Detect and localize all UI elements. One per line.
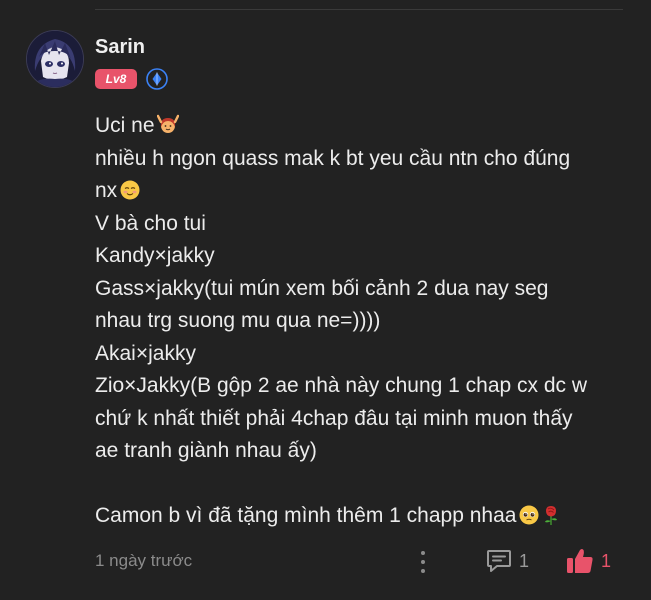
comment-line: Gass×jakky(tui mún xem bối cảnh 2 dua na… (95, 276, 549, 300)
comment-line: V bà cho tui (95, 211, 206, 235)
level-badge: Lv8 (95, 69, 137, 89)
reply-comment-icon[interactable] (485, 548, 513, 574)
more-options-icon[interactable] (413, 548, 433, 576)
anime-avatar-icon (27, 31, 83, 87)
reply-count: 1 (519, 551, 530, 571)
rose-emoji-icon (545, 506, 558, 525)
person-gesturing-ok-emoji-icon (156, 114, 179, 133)
comment-line: nhiều h ngon quass mak k bt yeu cầu ntn … (95, 146, 571, 170)
comment-line: Akai×jakky (95, 341, 196, 365)
timestamp: 1 ngày trước (95, 551, 193, 570)
pleading-face-emoji-icon (519, 505, 539, 525)
comment-line: nx (95, 175, 625, 208)
like-count: 1 (601, 551, 612, 571)
comment-line: ae tranh giành nhau ấy) (95, 439, 317, 462)
comment-body: Uci ne nhiều h ngon quass mak k bt yeu c… (95, 110, 625, 533)
comment-line: Uci ne (95, 110, 625, 143)
comment-line: Kandy×jakky (95, 244, 215, 267)
avatar[interactable] (26, 30, 84, 88)
thumbs-up-icon[interactable] (565, 546, 595, 576)
comment-line: nhau trg suong mu qua ne=)))) (95, 309, 381, 332)
comment-line: Camon b vì đã tặng mình thêm 1 chapp nha… (95, 500, 625, 533)
top-divider (95, 9, 623, 10)
comment-line: Zio×Jakky(B gộp 2 ae nhà này chung 1 cha… (95, 374, 588, 397)
comment-line: chứ k nhất thiết phải 4chap đâu tại minh… (95, 406, 573, 430)
author-name[interactable]: Sarin (95, 36, 145, 59)
diamond-badge-icon (146, 68, 168, 90)
relieved-face-emoji-icon (120, 180, 140, 200)
